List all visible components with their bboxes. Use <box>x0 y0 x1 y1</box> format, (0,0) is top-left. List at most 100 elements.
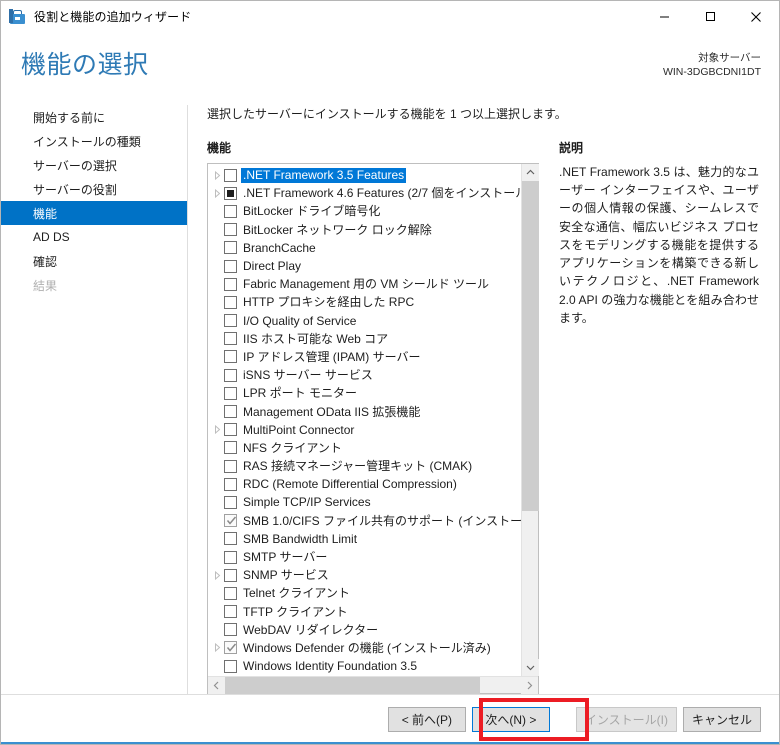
expand-chevron-icon[interactable] <box>211 641 224 654</box>
feature-row[interactable]: SNMP サービス <box>208 566 521 584</box>
horizontal-scrollbar[interactable] <box>208 676 538 694</box>
feature-row[interactable]: Telnet クライアント <box>208 584 521 602</box>
feature-checkbox[interactable] <box>224 295 237 309</box>
feature-checkbox[interactable] <box>224 423 237 437</box>
feature-checkbox[interactable] <box>224 477 237 491</box>
feature-checkbox[interactable] <box>224 350 237 364</box>
feature-checkbox[interactable] <box>224 641 237 655</box>
feature-checkbox[interactable] <box>224 241 237 255</box>
feature-checkbox[interactable] <box>224 459 237 473</box>
feature-row[interactable]: Simple TCP/IP Services <box>208 493 521 511</box>
feature-checkbox[interactable] <box>224 441 237 455</box>
feature-row[interactable]: iSNS サーバー サービス <box>208 366 521 384</box>
feature-row[interactable]: Direct Play <box>208 257 521 275</box>
feature-checkbox[interactable] <box>224 223 237 237</box>
feature-row[interactable]: Windows Identity Foundation 3.5 <box>208 657 521 675</box>
feature-checkbox[interactable] <box>224 405 237 419</box>
next-button[interactable]: 次へ(N) > <box>471 707 550 732</box>
sidebar-item-before-you-begin[interactable]: 開始する前に <box>1 105 187 129</box>
feature-row[interactable]: Management OData IIS 拡張機能 <box>208 402 521 420</box>
feature-checkbox[interactable] <box>224 186 237 200</box>
feature-row[interactable]: WebDAV リダイレクター <box>208 621 521 639</box>
content-columns: 機能 .NET Framework 3.5 Features .NET Frame… <box>207 139 761 694</box>
cancel-button[interactable]: キャンセル <box>682 707 761 732</box>
sidebar-item-features[interactable]: 機能 <box>1 201 187 225</box>
vertical-scrollbar[interactable] <box>521 164 539 676</box>
feature-label: IP アドレス管理 (IPAM) サーバー <box>243 349 421 364</box>
sidebar-item-server-roles[interactable]: サーバーの役割 <box>1 177 187 201</box>
previous-button[interactable]: < 前へ(P) <box>387 707 466 732</box>
feature-checkbox[interactable] <box>224 586 237 600</box>
feature-row[interactable]: I/O Quality of Service <box>208 312 521 330</box>
feature-row[interactable]: RDC (Remote Differential Compression) <box>208 475 521 493</box>
feature-checkbox[interactable] <box>224 605 237 619</box>
feature-checkbox[interactable] <box>224 386 237 400</box>
maximize-icon[interactable] <box>687 1 733 33</box>
feature-checkbox[interactable] <box>224 550 237 564</box>
feature-row[interactable]: Windows Defender の機能 (インストール済み) <box>208 639 521 657</box>
close-icon[interactable] <box>733 1 779 33</box>
horizontal-scroll-track[interactable] <box>225 676 521 694</box>
window-controls <box>641 1 779 33</box>
feature-checkbox[interactable] <box>224 259 237 273</box>
feature-checkbox[interactable] <box>224 277 237 291</box>
vertical-scroll-track[interactable] <box>521 181 539 659</box>
features-listbox[interactable]: .NET Framework 3.5 Features .NET Framewor… <box>207 163 539 694</box>
sidebar-item-ad-ds[interactable]: AD DS <box>1 225 187 249</box>
feature-label: Windows Defender の機能 (インストール済み) <box>243 640 491 655</box>
expand-chevron-icon[interactable] <box>211 423 224 436</box>
feature-row[interactable]: BitLocker ネットワーク ロック解除 <box>208 221 521 239</box>
features-list-area: .NET Framework 3.5 Features .NET Framewor… <box>208 164 539 676</box>
feature-checkbox[interactable] <box>224 659 237 673</box>
minimize-icon[interactable] <box>641 1 687 33</box>
feature-checkbox[interactable] <box>224 314 237 328</box>
feature-row[interactable]: MultiPoint Connector <box>208 421 521 439</box>
vertical-scroll-thumb[interactable] <box>521 181 539 511</box>
feature-row[interactable]: BranchCache <box>208 239 521 257</box>
feature-row[interactable]: SMB Bandwidth Limit <box>208 530 521 548</box>
feature-checkbox[interactable] <box>224 568 237 582</box>
scroll-down-icon[interactable] <box>521 659 539 676</box>
sidebar-item-installation-type[interactable]: インストールの種類 <box>1 129 187 153</box>
instruction-text: 選択したサーバーにインストールする機能を 1 つ以上選択します。 <box>207 107 567 121</box>
feature-row[interactable]: SMTP サーバー <box>208 548 521 566</box>
scroll-left-icon[interactable] <box>208 676 225 694</box>
sidebar-item-confirmation[interactable]: 確認 <box>1 249 187 273</box>
feature-checkbox[interactable] <box>224 623 237 637</box>
features-rows[interactable]: .NET Framework 3.5 Features .NET Framewor… <box>208 164 521 676</box>
feature-row[interactable]: HTTP プロキシを経由した RPC <box>208 293 521 311</box>
feature-row[interactable]: IIS ホスト可能な Web コア <box>208 330 521 348</box>
feature-checkbox[interactable] <box>224 368 237 382</box>
feature-label: IIS ホスト可能な Web コア <box>243 331 389 346</box>
expand-chevron-icon[interactable] <box>211 187 224 200</box>
feature-label: WebDAV リダイレクター <box>243 622 379 637</box>
feature-checkbox[interactable] <box>224 168 237 182</box>
feature-label: BitLocker ネットワーク ロック解除 <box>243 222 432 237</box>
feature-checkbox[interactable] <box>224 495 237 509</box>
feature-row[interactable]: BitLocker ドライブ暗号化 <box>208 202 521 220</box>
feature-row[interactable]: .NET Framework 3.5 Features <box>208 166 521 184</box>
feature-row[interactable]: TFTP クライアント <box>208 603 521 621</box>
feature-row[interactable]: LPR ポート モニター <box>208 384 521 402</box>
feature-row[interactable]: .NET Framework 4.6 Features (2/7 個をインストー… <box>208 184 521 202</box>
feature-checkbox[interactable] <box>224 514 237 528</box>
feature-row[interactable]: SMB 1.0/CIFS ファイル共有のサポート (インストール済み) <box>208 512 521 530</box>
sidebar-item-server-selection[interactable]: サーバーの選択 <box>1 153 187 177</box>
feature-checkbox[interactable] <box>224 332 237 346</box>
expand-chevron-icon[interactable] <box>211 169 224 182</box>
feature-row[interactable]: Fabric Management 用の VM シールド ツール <box>208 275 521 293</box>
feature-row[interactable]: IP アドレス管理 (IPAM) サーバー <box>208 348 521 366</box>
horizontal-scroll-thumb[interactable] <box>225 676 480 694</box>
feature-row[interactable]: RAS 接続マネージャー管理キット (CMAK) <box>208 457 521 475</box>
feature-row[interactable]: NFS クライアント <box>208 439 521 457</box>
scroll-up-icon[interactable] <box>521 164 539 181</box>
scroll-right-icon[interactable] <box>521 676 538 694</box>
feature-checkbox[interactable] <box>224 532 237 546</box>
expand-chevron-icon[interactable] <box>211 569 224 582</box>
feature-checkbox[interactable] <box>224 204 237 218</box>
